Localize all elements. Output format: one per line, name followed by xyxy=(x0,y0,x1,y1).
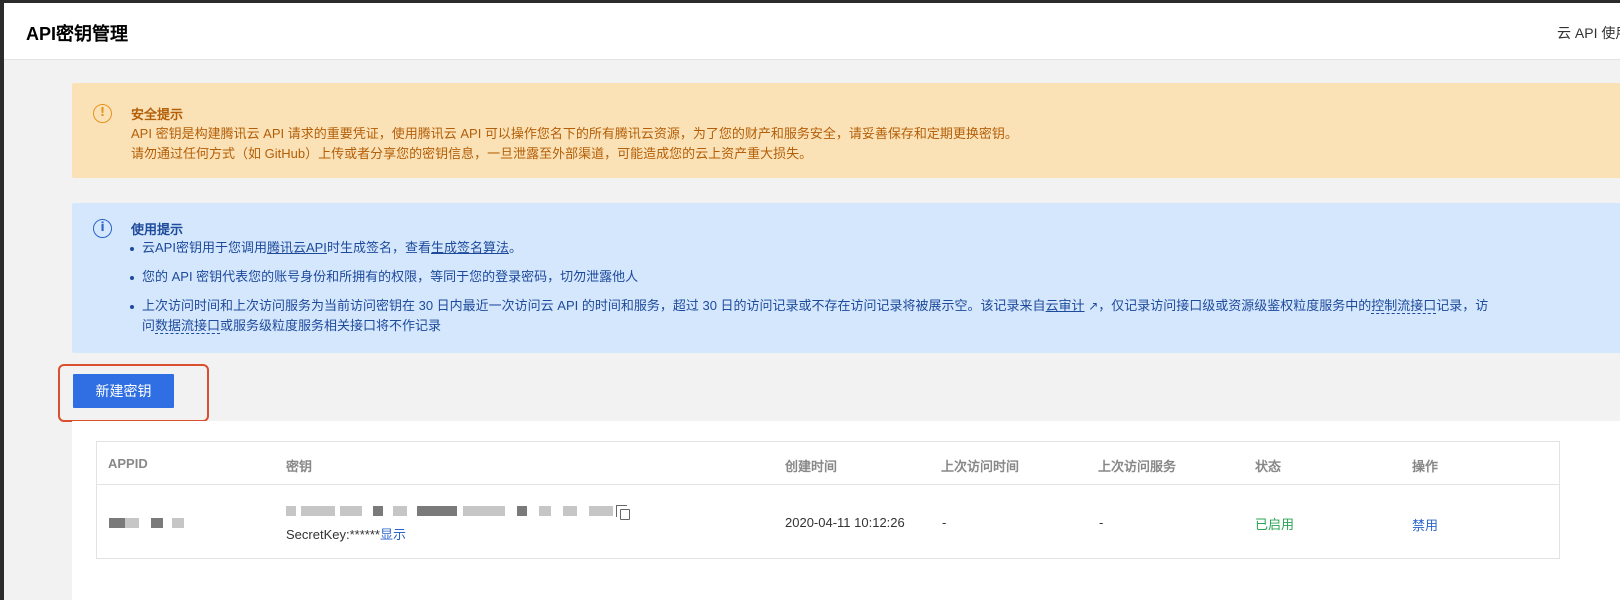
usage-item-3: 上次访问时间和上次访问服务为当前访问密钥在 30 日内最近一次访问云 API 的… xyxy=(142,296,1602,336)
column-header-appid: APPID xyxy=(108,456,148,471)
copy-icon[interactable] xyxy=(616,505,630,520)
exclamation-circle-icon: ! xyxy=(93,104,112,123)
last-access-time-cell: - xyxy=(942,515,947,530)
create-key-button[interactable]: 新建密钥 xyxy=(73,374,174,408)
usage-tips-notice: i 使用提示 云API密钥用于您调用腾讯云API时生成签名，查看生成签名算法。 … xyxy=(72,203,1620,353)
signature-algorithm-link[interactable]: 生成签名算法 xyxy=(431,240,509,255)
usage-item-3-text: 上次访问时间和上次访问服务为当前访问密钥在 30 日内最近一次访问云 API 的… xyxy=(142,298,1046,313)
usage-item-3-suffix: 或服务级粒度服务相关接口将不作记录 xyxy=(220,318,442,333)
bullet-dot xyxy=(130,276,134,280)
created-time-cell: 2020-04-11 10:12:26 xyxy=(785,515,905,530)
table-header-row: APPID 密钥 创建时间 上次访问时间 上次访问服务 状态 操作 xyxy=(97,442,1559,485)
keys-table: APPID 密钥 创建时间 上次访问时间 上次访问服务 状态 操作 Secret… xyxy=(96,441,1560,559)
usage-item-3-line2-prefix: 问 xyxy=(142,318,156,333)
keys-table-panel: APPID 密钥 创建时间 上次访问时间 上次访问服务 状态 操作 Secret… xyxy=(72,421,1620,600)
usage-item-3-middle: ，仅记录访问接口级或资源级鉴权粒度服务中的 xyxy=(1098,298,1372,313)
usage-title: 使用提示 xyxy=(131,222,184,237)
usage-item-1-text: 云API密钥用于您调用 xyxy=(142,240,267,255)
column-header-key: 密钥 xyxy=(286,459,313,474)
status-badge: 已启用 xyxy=(1255,517,1295,532)
warning-line-1: API 密钥是构建腾讯云 API 请求的重要凭证，使用腾讯云 API 可以操作您… xyxy=(131,126,1018,141)
page-title: API密钥管理 xyxy=(26,24,129,44)
show-secret-key-link[interactable]: 显示 xyxy=(380,527,406,542)
column-header-created: 创建时间 xyxy=(785,459,838,474)
bullet-dot xyxy=(130,247,134,251)
control-flow-api-link[interactable]: 控制流接口 xyxy=(1371,298,1437,314)
tencent-cloud-api-link[interactable]: 腾讯云API xyxy=(267,240,327,255)
page-header: API密钥管理 云 API 使用 xyxy=(4,3,1620,60)
last-access-service-cell: - xyxy=(1099,515,1104,530)
cloud-audit-link[interactable]: 云审计 xyxy=(1046,298,1085,313)
data-flow-api-link[interactable]: 数据流接口 xyxy=(155,318,221,334)
column-header-last-access-service: 上次访问服务 xyxy=(1098,459,1177,474)
external-link-icon: ↗ xyxy=(1088,299,1099,313)
disable-key-link[interactable]: 禁用 xyxy=(1412,515,1438,534)
column-header-status: 状态 xyxy=(1255,459,1282,474)
column-header-action: 操作 xyxy=(1412,459,1439,474)
security-warning-notice: ! 安全提示 API 密钥是构建腾讯云 API 请求的重要凭证，使用腾讯云 AP… xyxy=(72,83,1620,178)
info-circle-icon: i xyxy=(93,219,112,238)
cloud-api-usage-link[interactable]: 云 API 使用 xyxy=(1557,23,1620,43)
app-window: API密钥管理 云 API 使用 ! 安全提示 API 密钥是构建腾讯云 API… xyxy=(4,3,1620,600)
usage-item-1-suffix: 。 xyxy=(508,240,522,255)
usage-item-1-middle: 时生成签名，查看 xyxy=(326,240,431,255)
usage-item-2: 您的 API 密钥代表您的账号身份和所拥有的权限，等同于您的登录密码，切勿泄露他… xyxy=(142,269,639,284)
warning-title: 安全提示 xyxy=(131,107,184,122)
bullet-dot xyxy=(130,305,134,309)
warning-line-2: 请勿通过任何方式（如 GitHub）上传或者分享您的密钥信息，一旦泄露至外部渠道… xyxy=(131,146,813,161)
column-header-last-access-time: 上次访问时间 xyxy=(941,459,1020,474)
usage-item-3-middle-2: 记录，访 xyxy=(1436,298,1489,313)
secret-key-row: SecretKey:******显示 xyxy=(286,524,406,543)
usage-item-1: 云API密钥用于您调用腾讯云API时生成签名，查看生成签名算法。 xyxy=(142,238,1542,258)
secret-key-masked: SecretKey:****** xyxy=(286,527,380,542)
